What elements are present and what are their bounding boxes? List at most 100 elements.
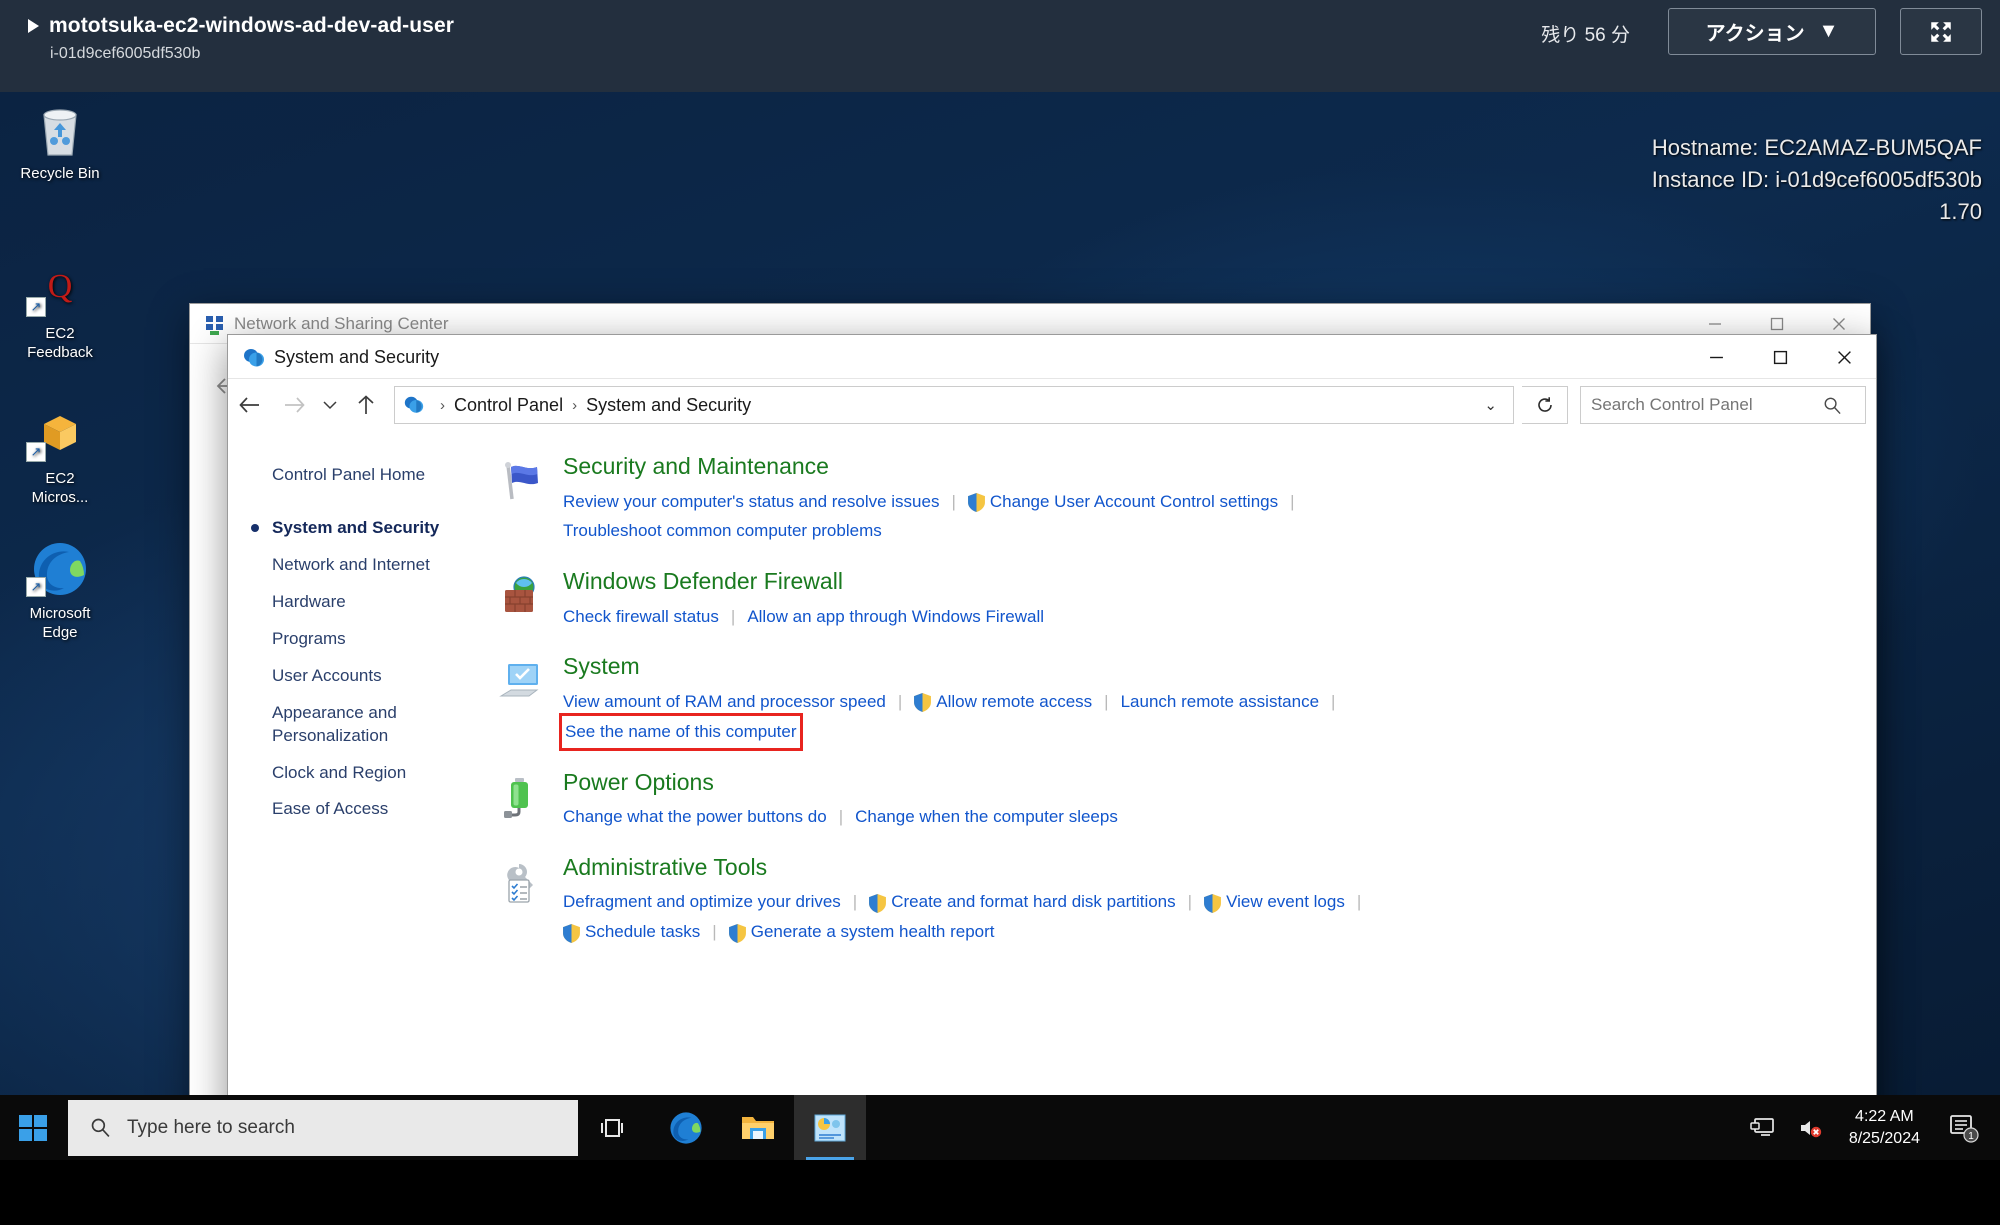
search-icon[interactable] bbox=[1823, 396, 1842, 415]
link-separator: | bbox=[897, 692, 903, 712]
shield-icon bbox=[1204, 893, 1222, 913]
search-input[interactable] bbox=[1591, 395, 1823, 415]
category-title[interactable]: Windows Defender Firewall bbox=[563, 568, 1044, 596]
category-title[interactable]: Security and Maintenance bbox=[563, 453, 1307, 481]
taskbar-item-control-panel[interactable] bbox=[794, 1095, 866, 1160]
expand-caret-icon[interactable] bbox=[28, 19, 39, 33]
desktop-icon-label: Recycle Bin bbox=[20, 165, 100, 182]
notification-center-button[interactable]: 1 bbox=[1936, 1095, 1992, 1160]
sidebar-item-appearance-and-personalization[interactable]: Appearance and Personalization bbox=[250, 695, 400, 755]
power-battery-icon bbox=[499, 769, 555, 832]
link-schedule-tasks[interactable]: Schedule tasks bbox=[585, 917, 700, 947]
link-separator: | bbox=[1104, 692, 1109, 712]
category-links-row: Schedule tasks | Generate a system healt… bbox=[563, 917, 1373, 947]
maximize-icon bbox=[1770, 317, 1784, 331]
link-separator: | bbox=[1331, 692, 1336, 712]
action-button[interactable]: アクション ▼ bbox=[1668, 8, 1876, 55]
window-titlebar[interactable]: System and Security bbox=[228, 335, 1876, 379]
category-body: Security and Maintenance Review your com… bbox=[555, 453, 1307, 546]
fullscreen-button[interactable] bbox=[1900, 8, 1982, 55]
chevron-down-icon: ▼ bbox=[1818, 20, 1839, 42]
desktop-icon-label: EC2 Feedback bbox=[27, 325, 93, 361]
search-control-panel-box[interactable] bbox=[1580, 386, 1866, 424]
link-view-event-logs[interactable]: View event logs bbox=[1226, 887, 1345, 917]
link-see-name-of-this-computer[interactable]: See the name of this computer bbox=[559, 712, 803, 751]
link-separator: | bbox=[852, 892, 858, 912]
link-view-ram-and-processor-speed[interactable]: View amount of RAM and processor speed bbox=[563, 687, 886, 717]
link-change-when-computer-sleeps[interactable]: Change when the computer sleeps bbox=[855, 802, 1118, 832]
speaker-muted-icon[interactable] bbox=[1789, 1095, 1833, 1160]
taskbar-item-microsoft-edge[interactable] bbox=[650, 1095, 722, 1160]
session-instance-name: mototsuka-ec2-windows-ad-dev-ad-user bbox=[49, 14, 454, 37]
ec2-feedback-icon: Q ↗ bbox=[0, 257, 120, 319]
category-title[interactable]: Administrative Tools bbox=[563, 854, 1373, 882]
taskbar-clock[interactable]: 4:22 AM 8/25/2024 bbox=[1837, 1106, 1932, 1149]
desktop: Recycle Bin Q ↗ EC2 Feedback ↗ EC2 Micros.… bbox=[0, 92, 2000, 1160]
maximize-button[interactable] bbox=[1748, 335, 1812, 379]
back-button[interactable] bbox=[228, 383, 272, 427]
link-allow-remote-access[interactable]: Allow remote access bbox=[936, 687, 1092, 717]
minimize-icon bbox=[1709, 323, 1721, 325]
start-button[interactable] bbox=[0, 1095, 66, 1160]
sidebar-item-clock-and-region[interactable]: Clock and Region bbox=[250, 755, 473, 792]
recent-locations-button[interactable] bbox=[316, 383, 344, 427]
breadcrumb-address-bar[interactable]: › Control Panel › System and Security ⌄ bbox=[394, 386, 1514, 424]
breadcrumb-system-and-security[interactable]: System and Security bbox=[586, 395, 751, 416]
link-separator: | bbox=[1290, 491, 1295, 511]
sidebar-item-system-and-security[interactable]: System and Security bbox=[250, 510, 473, 547]
host-info-overlay: Hostname: EC2AMAZ-BUM5QAF Instance ID: i… bbox=[1652, 132, 1982, 228]
category-title[interactable]: System bbox=[563, 653, 1347, 681]
taskbar-item-task-view[interactable] bbox=[578, 1095, 650, 1160]
shield-icon bbox=[869, 893, 887, 913]
desktop-icon-microsoft-edge[interactable]: ↗ Microsoft Edge bbox=[0, 537, 120, 643]
desktop-icon-ec2-feedback[interactable]: Q ↗ EC2 Feedback bbox=[0, 257, 120, 363]
sidebar-item-user-accounts[interactable]: User Accounts bbox=[250, 658, 473, 695]
link-change-uac-settings[interactable]: Change User Account Control settings bbox=[990, 487, 1278, 517]
control-panel-icon bbox=[814, 1114, 846, 1141]
link-create-and-format-partitions[interactable]: Create and format hard disk partitions bbox=[891, 887, 1175, 917]
desktop-icon-label: Microsoft Edge bbox=[29, 605, 91, 641]
shield-icon bbox=[728, 923, 746, 943]
refresh-button[interactable] bbox=[1522, 386, 1568, 424]
session-bar: mototsuka-ec2-windows-ad-dev-ad-user i-0… bbox=[0, 0, 2000, 92]
link-allow-app-through-firewall[interactable]: Allow an app through Windows Firewall bbox=[747, 602, 1044, 632]
window-controls bbox=[1684, 335, 1876, 379]
sidebar-item-control-panel-home[interactable]: Control Panel Home bbox=[250, 457, 473, 494]
link-separator: | bbox=[838, 807, 844, 827]
close-button[interactable] bbox=[1812, 335, 1876, 379]
system-tray: 4:22 AM 8/25/2024 1 bbox=[1741, 1095, 2000, 1160]
sidebar-item-ease-of-access[interactable]: Ease of Access bbox=[250, 791, 473, 828]
link-launch-remote-assistance[interactable]: Launch remote assistance bbox=[1121, 687, 1319, 717]
ip-fragment-text: 1.70 bbox=[1939, 198, 1982, 224]
category-administrative-tools: Administrative Tools Defragment and opti… bbox=[499, 854, 1876, 947]
link-check-firewall-status[interactable]: Check firewall status bbox=[563, 602, 719, 632]
desktop-icon-ec2-micros[interactable]: ↗ EC2 Micros... bbox=[0, 402, 120, 508]
desktop-icon-recycle-bin[interactable]: Recycle Bin bbox=[0, 97, 120, 184]
remote-desktop-icon[interactable] bbox=[1741, 1095, 1785, 1160]
link-generate-system-health-report[interactable]: Generate a system health report bbox=[751, 917, 995, 947]
link-troubleshoot-common-problems[interactable]: Troubleshoot common computer problems bbox=[563, 516, 882, 546]
control-panel-icon bbox=[242, 346, 264, 368]
category-links-row: Troubleshoot common computer problems bbox=[563, 516, 1307, 546]
sidebar-item-network-and-internet[interactable]: Network and Internet bbox=[250, 547, 473, 584]
microsoft-edge-icon bbox=[670, 1111, 702, 1144]
minimize-button[interactable] bbox=[1684, 335, 1748, 379]
recycle-bin-icon bbox=[0, 97, 120, 159]
sidebar-item-programs[interactable]: Programs bbox=[250, 621, 473, 658]
up-one-level-button[interactable] bbox=[344, 383, 388, 427]
category-title[interactable]: Power Options bbox=[563, 769, 1118, 797]
svg-text:Q: Q bbox=[48, 268, 73, 305]
window-system-and-security[interactable]: System and Security › Control Panel › Sy… bbox=[228, 335, 1876, 1160]
link-change-what-power-buttons-do[interactable]: Change what the power buttons do bbox=[563, 802, 827, 832]
control-panel-sidebar: Control Panel Home System and Security N… bbox=[228, 431, 473, 1160]
link-defragment-and-optimize-drives[interactable]: Defragment and optimize your drives bbox=[563, 887, 841, 917]
taskbar-item-file-explorer[interactable] bbox=[722, 1095, 794, 1160]
breadcrumb-dropdown-icon[interactable]: ⌄ bbox=[1476, 396, 1505, 414]
breadcrumb-control-panel[interactable]: Control Panel bbox=[454, 395, 563, 416]
sidebar-item-hardware[interactable]: Hardware bbox=[250, 584, 473, 621]
link-review-computer-status[interactable]: Review your computer's status and resolv… bbox=[563, 487, 939, 517]
taskbar-search-box[interactable]: Type here to search bbox=[68, 1099, 578, 1156]
clock-time: 4:22 AM bbox=[1855, 1107, 1914, 1125]
forward-button[interactable] bbox=[272, 383, 316, 427]
hostname-text: Hostname: EC2AMAZ-BUM5QAF bbox=[1651, 135, 1982, 160]
